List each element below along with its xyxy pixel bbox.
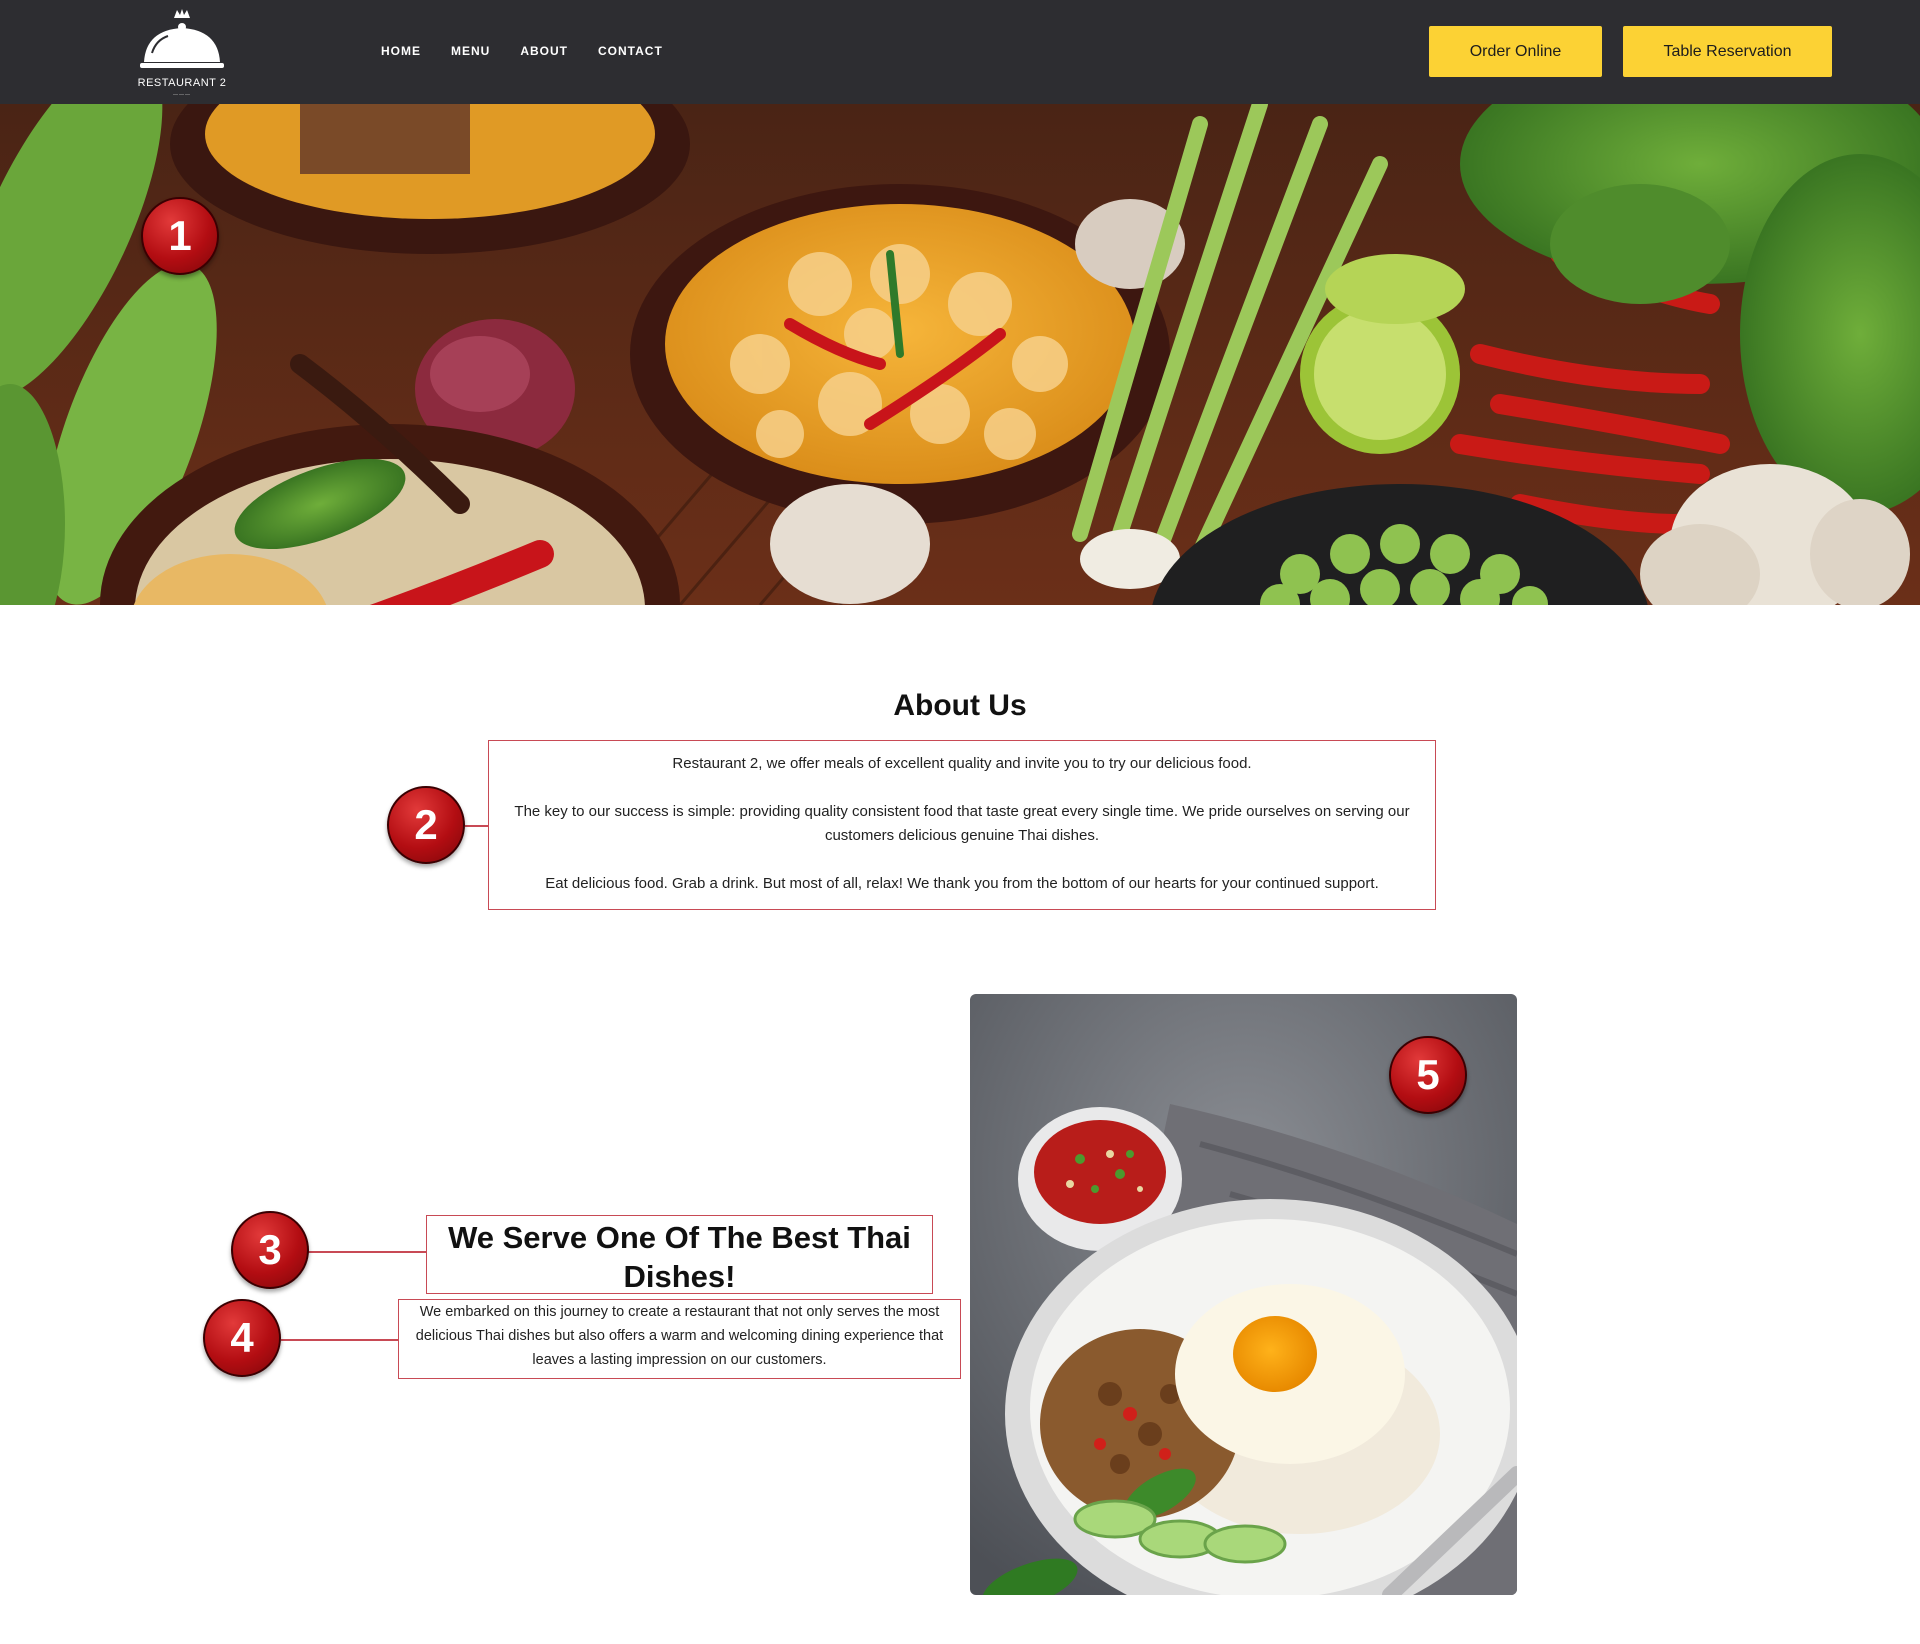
about-paragraph-2: The key to our success is simple: provid…	[514, 803, 1410, 844]
serve-heading: We Serve One Of The Best Thai Dishes!	[426, 1215, 933, 1294]
nav-home[interactable]: HOME	[381, 44, 421, 58]
cloche-icon	[140, 9, 224, 68]
order-online-button[interactable]: Order Online	[1429, 26, 1602, 77]
table-reservation-button[interactable]: Table Reservation	[1623, 26, 1832, 77]
callout-leader-3	[308, 1251, 426, 1253]
nav-menu[interactable]: MENU	[451, 44, 490, 58]
restaurant-logo[interactable]: RESTAURANT 2 ———	[130, 8, 234, 98]
hero-food-banner	[0, 104, 1920, 605]
main-nav: HOME MENU ABOUT CONTACT	[381, 44, 663, 58]
logo-subline: ———	[173, 92, 191, 98]
callout-marker-3: 3	[231, 1211, 309, 1289]
callout-marker-4: 4	[203, 1299, 281, 1377]
callout-leader-2	[465, 825, 488, 827]
nav-about[interactable]: ABOUT	[520, 44, 568, 58]
hero-food-image	[0, 104, 1920, 605]
serve-description: We embarked on this journey to create a …	[398, 1299, 961, 1379]
about-paragraph-1: Restaurant 2, we offer meals of excellen…	[672, 755, 1252, 772]
callout-marker-5: 5	[1389, 1036, 1467, 1114]
about-paragraph-3: Eat delicious food. Grab a drink. But mo…	[545, 875, 1379, 892]
callout-marker-2: 2	[387, 786, 465, 864]
logo-text: RESTAURANT 2	[137, 77, 227, 89]
site-header: RESTAURANT 2 ——— HOME MENU ABOUT CONTACT…	[0, 0, 1920, 104]
about-text-block: Restaurant 2, we offer meals of excellen…	[488, 740, 1436, 910]
about-title: About Us	[893, 689, 1027, 722]
nav-contact[interactable]: CONTACT	[598, 44, 663, 58]
callout-leader-4	[281, 1339, 398, 1341]
callout-marker-1: 1	[141, 197, 219, 275]
